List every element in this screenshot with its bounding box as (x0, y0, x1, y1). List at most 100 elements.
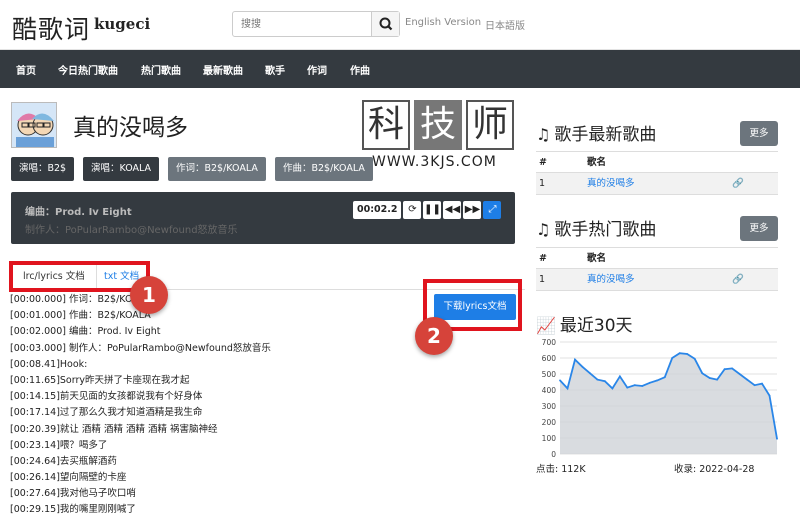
callout-badge-1: 1 (130, 276, 168, 314)
link-icon[interactable]: 🔗 (732, 173, 744, 195)
lyric-line: [00:20.39]就让 酒精 酒精 酒精 酒精 祸害脑神经 (10, 423, 218, 435)
lyric-line: [00:00.000] 作词：B2$/KOALA (10, 294, 151, 305)
site-logo-latin[interactable]: kugeci (94, 15, 150, 33)
chart-data-point (671, 357, 674, 359)
col-name-header: 歌名 (587, 157, 607, 168)
chart-data-point (686, 353, 689, 355)
chart-data-point (574, 358, 576, 361)
nav-item-home[interactable]: 首页 (16, 62, 36, 77)
lyric-line: [00:14.15]前天见面的女孩都说我有个好身体 (10, 391, 203, 403)
chart-data-point (633, 384, 636, 387)
chart-data-point (581, 365, 584, 368)
search-input[interactable] (233, 12, 371, 36)
plays-count: 点击: 112K (536, 464, 586, 475)
latest-songs-title: 歌手最新歌曲 (554, 125, 657, 145)
tag-singer-1[interactable]: 演唱：B2$ (11, 157, 75, 181)
lyric-line: [00:23.14]喂？喝多了 (10, 439, 108, 451)
lyric-line: [00:01.000] 作曲：B2$/KOALA (10, 310, 151, 322)
nav-item-today-hot[interactable]: 今日热门歌曲 (58, 62, 118, 77)
hot-songs-title: 歌手热门歌曲 (554, 220, 657, 240)
tag-singer-2[interactable]: 演唱：KOALA (83, 157, 160, 181)
chart-data-point (678, 352, 681, 355)
chart-y-tick-label: 0 (551, 450, 556, 459)
music-note-icon: ♫ (536, 220, 551, 239)
row-num: 1 (539, 178, 546, 189)
row-num: 1 (539, 274, 546, 285)
album-cover (11, 102, 57, 148)
chart-data-point (761, 382, 763, 385)
search-icon (379, 17, 393, 31)
reload-button[interactable]: ⟳ (403, 201, 422, 219)
table-row: 1 真的没喝多 🔗 (536, 173, 778, 195)
lyrics-player: 编曲：Prod. Iv Eight 制作人：PoPularRambo@Newfo… (11, 192, 515, 244)
archived-date: 收录: 2022-04-28 (674, 464, 755, 475)
song-link[interactable]: 真的没喝多 (587, 173, 635, 195)
chart-data-point (716, 378, 719, 381)
watermark-url: WWW.3KJS.COM (372, 154, 497, 170)
col-name-header: 歌名 (587, 253, 607, 264)
pause-icon: ❚❚ (424, 204, 441, 215)
search-box (232, 11, 400, 37)
callout-box-tabs (9, 261, 150, 292)
nav-item-new-songs[interactable]: 最新歌曲 (203, 62, 243, 77)
table-header: # 歌名 (536, 151, 778, 173)
latest-songs-heading: ♫ 歌手最新歌曲 (536, 120, 656, 145)
song-title: 真的没喝多 (73, 115, 188, 141)
chart-y-tick-label: 200 (542, 418, 557, 427)
chart-data-point (559, 379, 561, 382)
song-link[interactable]: 真的没喝多 (587, 269, 635, 291)
chart-data-point (768, 394, 771, 397)
site-logo[interactable]: 酷歌词 (12, 10, 90, 46)
nav-item-singers[interactable]: 歌手 (265, 62, 285, 77)
producer-line: 制作人：PoPularRambo@Newfound怒放音乐 (25, 225, 238, 236)
timecode-display: 00:02.2 (353, 201, 402, 219)
chart-data-point (626, 386, 629, 389)
chart-y-tick-label: 700 (542, 338, 557, 347)
chart-data-point (663, 376, 666, 379)
hot-songs-heading: ♫ 歌手热门歌曲 (536, 215, 656, 240)
latest-more-button[interactable]: 更多 (740, 121, 778, 146)
link-icon[interactable]: 🔗 (732, 269, 744, 291)
table-header: # 歌名 (536, 247, 778, 269)
nav-item-hot-songs[interactable]: 热门歌曲 (141, 62, 181, 77)
nav-item-composers[interactable]: 作曲 (350, 62, 370, 77)
chart-data-point (618, 375, 621, 378)
lyric-line: [00:24.64]去买瓶解酒药 (10, 455, 117, 467)
chart-data-point (776, 437, 778, 440)
hot-songs-table: # 歌名 1 真的没喝多 🔗 (536, 247, 778, 291)
nav-item-lyricists[interactable]: 作词 (307, 62, 327, 77)
hot-more-button[interactable]: 更多 (740, 216, 778, 241)
plays-chart: 0 100 200 300 400 500 600 700 (542, 338, 778, 459)
chart-data-point (746, 378, 748, 381)
chart-data-point (589, 372, 591, 375)
lyrics-list: [00:00.000] 作词：B2$/KOALA [00:01.000] 作曲：… (10, 292, 410, 519)
japanese-version-link[interactable]: 日本語版 (485, 17, 525, 32)
chart-data-point (566, 387, 569, 390)
chart-y-tick-label: 500 (542, 370, 557, 379)
col-num-header: # (539, 157, 547, 168)
chart-y-tick-label: 600 (542, 354, 557, 363)
fullscreen-button[interactable]: ⤢ (483, 201, 502, 219)
chart-data-point (611, 387, 614, 390)
chart-data-point (656, 379, 659, 382)
fullscreen-icon: ⤢ (488, 204, 497, 215)
line-chart-icon: 📈 (536, 316, 556, 335)
rewind-button[interactable]: ◀◀ (443, 201, 462, 219)
fast-forward-button[interactable]: ▶▶ (463, 201, 482, 219)
chart-data-point (731, 367, 734, 370)
chart-y-tick-label: 400 (542, 386, 557, 395)
arranger-line: 编曲：Prod. Iv Eight (25, 207, 132, 218)
search-button[interactable] (371, 12, 399, 36)
lyric-line: [00:11.65]Sorry昨天拼了卡座现在我才起 (10, 374, 190, 386)
tag-lyricist[interactable]: 作词：B2$/KOALA (168, 157, 266, 181)
chart-y-tick-label: 100 (542, 434, 557, 443)
english-version-link[interactable]: English Version (405, 17, 481, 28)
chart-data-point (693, 357, 696, 360)
main-nav: 首页 今日热门歌曲 热门歌曲 最新歌曲 歌手 作词 作曲 (0, 50, 800, 88)
watermark-char-1: 科 (362, 100, 410, 150)
watermark-char-2: 技 (414, 100, 462, 150)
pause-button[interactable]: ❚❚ (423, 201, 442, 219)
chart-data-point (723, 368, 726, 371)
callout-badge-2: 2 (415, 317, 453, 355)
lyric-line: [00:03.000] 制作人：PoPularRambo@Newfound怒放音… (10, 342, 271, 354)
